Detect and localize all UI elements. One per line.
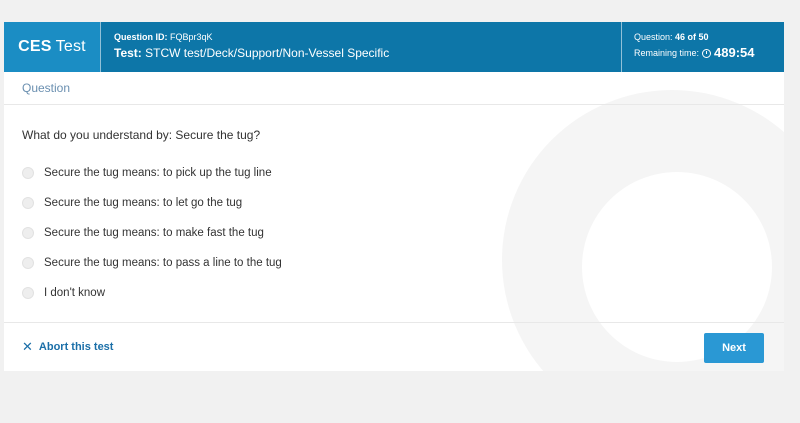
progress-label: Question:: [634, 32, 673, 42]
radio-button[interactable]: [22, 197, 34, 209]
remaining-time-value: 489:54: [714, 45, 755, 60]
section-title: Question: [22, 81, 71, 95]
header-divider: [100, 22, 101, 72]
question-info: Question ID: FQBpr3qK Test: STCW test/De…: [114, 31, 389, 61]
remaining-time-label: Remaining time:: [634, 48, 700, 58]
test-status: Question: 46 of 50 Remaining time: 489:5…: [634, 31, 755, 62]
test-path: STCW test/Deck/Support/Non-Vessel Specif…: [145, 46, 390, 60]
brand-bold: CES: [18, 38, 52, 55]
test-header: CES Test Question ID: FQBpr3qK Test: STC…: [4, 22, 784, 72]
answer-options: Secure the tug means: to pick up the tug…: [22, 158, 282, 308]
clock-icon: [702, 48, 712, 58]
test-label: Test:: [114, 46, 142, 60]
question-id-value: FQBpr3qK: [170, 32, 213, 42]
header-divider-right: [621, 22, 622, 72]
answer-option[interactable]: Secure the tug means: to pick up the tug…: [22, 158, 282, 188]
radio-button[interactable]: [22, 257, 34, 269]
radio-button[interactable]: [22, 227, 34, 239]
question-id-label: Question ID:: [114, 32, 168, 42]
abort-test-label: Abort this test: [38, 340, 114, 353]
question-text: What do you understand by: Secure the tu…: [22, 128, 261, 142]
answer-option[interactable]: I don't know: [22, 278, 282, 308]
answer-option-label: I don't know: [44, 287, 106, 299]
progress-value: 46 of 50: [675, 32, 709, 42]
answer-option[interactable]: Secure the tug means: to pass a line to …: [22, 248, 282, 278]
section-divider: [4, 104, 784, 105]
answer-option[interactable]: Secure the tug means: to make fast the t…: [22, 218, 282, 248]
radio-button[interactable]: [22, 167, 34, 179]
footer-divider: [4, 322, 784, 323]
close-icon: ✕: [22, 339, 33, 354]
abort-test-link[interactable]: ✕ Abort this test: [22, 340, 113, 353]
answer-option[interactable]: Secure the tug means: to let go the tug: [22, 188, 282, 218]
next-button[interactable]: Next: [704, 333, 764, 363]
brand-rest: Test: [55, 38, 86, 55]
radio-button[interactable]: [22, 287, 34, 299]
answer-option-label: Secure the tug means: to make fast the t…: [44, 227, 264, 239]
answer-option-label: Secure the tug means: to let go the tug: [44, 197, 243, 209]
brand-logo: CES Test: [4, 22, 100, 72]
test-card: CES Test Question ID: FQBpr3qK Test: STC…: [4, 22, 784, 371]
answer-option-label: Secure the tug means: to pick up the tug…: [44, 167, 272, 179]
answer-option-label: Secure the tug means: to pass a line to …: [44, 257, 282, 269]
